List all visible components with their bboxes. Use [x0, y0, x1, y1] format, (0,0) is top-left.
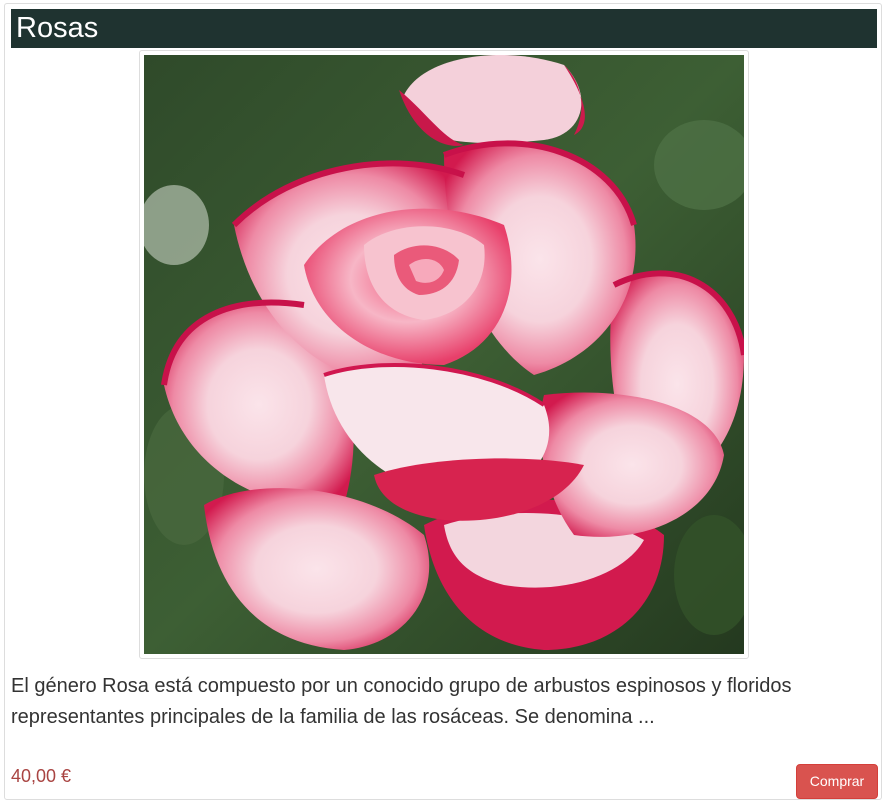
- buy-button[interactable]: Comprar: [796, 764, 878, 799]
- product-price: 40,00 €: [11, 766, 72, 786]
- product-card: Rosas El género Rosa está compuesto por …: [4, 3, 882, 800]
- product-title: Rosas: [16, 12, 99, 44]
- product-image: [144, 55, 744, 654]
- product-description: El género Rosa está compuesto por un con…: [11, 675, 792, 728]
- product-image-frame: [139, 50, 749, 659]
- product-title-bar: Rosas: [11, 9, 877, 48]
